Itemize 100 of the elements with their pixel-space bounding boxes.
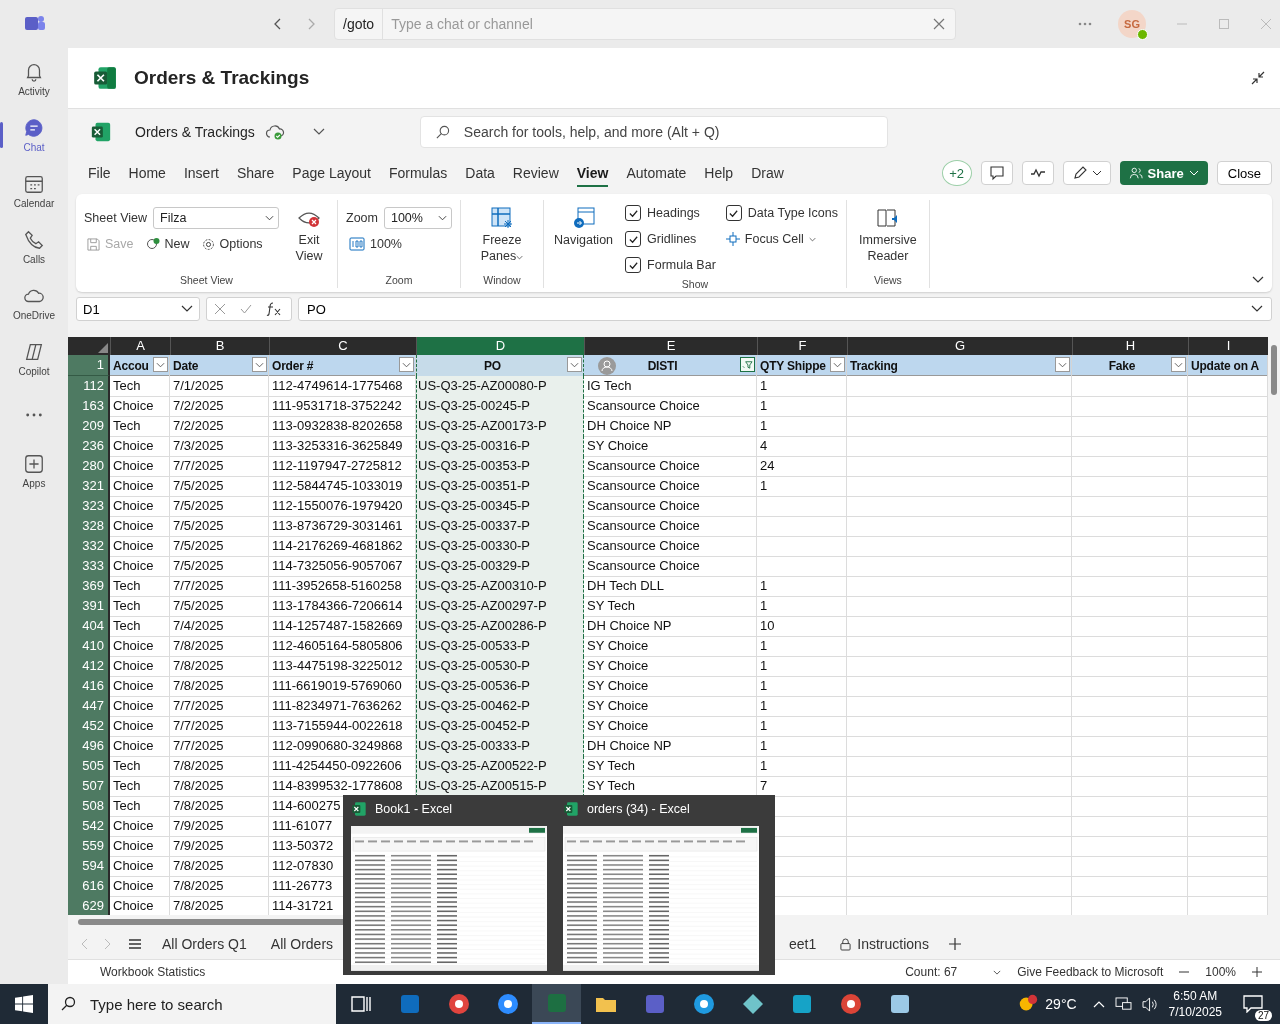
menu-tab[interactable]: Page Layout: [284, 159, 379, 187]
row-number[interactable]: 412: [68, 656, 110, 677]
chevron-up-icon[interactable]: [1092, 1000, 1105, 1008]
checkbox-option[interactable]: Gridlines: [625, 231, 716, 247]
filter-dropdown-button[interactable]: [830, 357, 845, 372]
more-icon[interactable]: [1078, 22, 1092, 26]
checkbox-option[interactable]: Data Type Icons: [725, 205, 838, 221]
filter-dropdown-button[interactable]: [1171, 357, 1186, 372]
edit-mode-button[interactable]: [1062, 161, 1111, 185]
search-field[interactable]: Search for tools, help, and more (Alt + Q): [461, 123, 887, 141]
row-number[interactable]: 508: [68, 796, 110, 817]
filter-dropdown-button[interactable]: [399, 357, 414, 372]
row-number[interactable]: 594: [68, 856, 110, 877]
menu-icon[interactable]: [128, 938, 142, 950]
row-number[interactable]: 332: [68, 536, 110, 557]
menu-tab[interactable]: Share: [228, 159, 283, 187]
row-number[interactable]: 616: [68, 876, 110, 897]
row-number[interactable]: 452: [68, 716, 110, 737]
check-icon[interactable]: [240, 303, 252, 315]
add-sheet-icon[interactable]: [948, 938, 961, 950]
menu-tab[interactable]: View: [568, 159, 617, 187]
speaker-icon[interactable]: [1141, 996, 1159, 1012]
rail-item[interactable]: Copilot: [0, 334, 68, 384]
temperature[interactable]: 29°C: [1045, 996, 1077, 1012]
clock[interactable]: 6:50 AM 7/10/2025: [1168, 988, 1222, 1020]
rail-item[interactable]: OneDrive: [0, 278, 68, 328]
menu-tab[interactable]: Automate: [618, 159, 695, 187]
sheet-tab[interactable]: All Orders Q1: [158, 932, 251, 956]
rail-item[interactable]: Activity: [0, 54, 68, 104]
chevron-down-icon[interactable]: [312, 128, 325, 136]
chevron-down-icon[interactable]: [1252, 276, 1264, 284]
collapse-icon[interactable]: [1250, 70, 1266, 86]
network-icon[interactable]: [1114, 996, 1132, 1012]
workbook-statistics-button[interactable]: Workbook Statistics: [100, 965, 206, 979]
filter-dropdown-button[interactable]: [1055, 357, 1070, 372]
row-number[interactable]: 629: [68, 896, 110, 915]
zoom-reset-button[interactable]: 100%: [346, 235, 405, 253]
row-number[interactable]: 391: [68, 596, 110, 617]
menu-tab[interactable]: Draw: [743, 159, 792, 187]
formula-field[interactable]: PO: [298, 297, 1272, 321]
search-field[interactable]: Type a chat or channel: [383, 15, 933, 33]
freeze-panes-button[interactable]: Freeze Panes: [468, 200, 535, 264]
row-number[interactable]: 1: [68, 355, 110, 376]
search-field[interactable]: Type here to search: [88, 994, 336, 1014]
menu-tab[interactable]: File: [80, 159, 119, 187]
close-button[interactable]: Close: [1216, 161, 1272, 185]
notifications-button[interactable]: 27: [1234, 987, 1272, 1021]
comment-button[interactable]: [980, 161, 1013, 185]
row-number[interactable]: 328: [68, 516, 110, 537]
select-all-icon[interactable]: [98, 343, 108, 353]
row-number[interactable]: 112: [68, 376, 110, 397]
menu-tab[interactable]: Review: [504, 159, 567, 187]
sheet-tab[interactable]: All Orders: [266, 932, 338, 956]
options-button[interactable]: Options: [198, 235, 266, 253]
rail-item[interactable]: Chat: [0, 110, 68, 160]
menu-tab[interactable]: Formulas: [380, 159, 456, 187]
rail-item[interactable]: Apps: [0, 446, 68, 496]
menu-tab[interactable]: Data: [457, 159, 503, 187]
row-number[interactable]: 323: [68, 496, 110, 517]
row-number[interactable]: 447: [68, 696, 110, 717]
feedback-link[interactable]: Give Feedback to Microsoft: [1017, 965, 1164, 979]
checkbox[interactable]: [625, 205, 642, 221]
sheet-tab[interactable]: Instructions: [836, 932, 933, 956]
filter-dropdown-button[interactable]: [252, 357, 267, 372]
menu-tab[interactable]: Help: [696, 159, 742, 187]
row-number[interactable]: 410: [68, 636, 110, 657]
filter-dropdown-button[interactable]: [567, 357, 582, 372]
new-view-button[interactable]: New: [142, 235, 193, 253]
column-header[interactable]: D: [416, 337, 584, 355]
sheet-view-dropdown[interactable]: Filza: [153, 207, 279, 229]
row-number[interactable]: 505: [68, 756, 110, 777]
activity-button[interactable]: [1021, 161, 1054, 185]
count-indicator[interactable]: Count: 67: [905, 965, 958, 979]
checkbox[interactable]: [625, 231, 642, 247]
row-number[interactable]: 542: [68, 816, 110, 837]
taskbar-search-bar[interactable]: Type here to search: [48, 984, 336, 1024]
share-button[interactable]: Share: [1119, 161, 1208, 185]
checkbox[interactable]: [725, 205, 742, 221]
rail-item[interactable]: Calls: [0, 222, 68, 272]
row-number[interactable]: 209: [68, 416, 110, 437]
zoom-in-icon[interactable]: [1252, 967, 1262, 977]
menu-tab[interactable]: Home: [120, 159, 174, 187]
rail-item[interactable]: Calendar: [0, 166, 68, 216]
checkbox-option[interactable]: Headings: [625, 205, 716, 221]
navigation-button[interactable]: Navigation: [551, 200, 616, 248]
row-number[interactable]: 163: [68, 396, 110, 417]
name-box[interactable]: D1: [76, 297, 200, 321]
immersive-reader-button[interactable]: Immersive Reader: [854, 200, 921, 264]
row-number[interactable]: 280: [68, 456, 110, 477]
filter-dropdown-button[interactable]: [153, 357, 168, 372]
focus-cell-button[interactable]: Focus Cell: [725, 230, 838, 248]
row-number[interactable]: 321: [68, 476, 110, 497]
row-number[interactable]: 404: [68, 616, 110, 637]
filter-active-button[interactable]: [740, 357, 755, 372]
row-number[interactable]: 559: [68, 836, 110, 857]
row-number[interactable]: 369: [68, 576, 110, 597]
row-number[interactable]: 416: [68, 676, 110, 697]
start-icon[interactable]: [15, 995, 33, 1013]
caret-icon[interactable]: [993, 969, 1002, 975]
menu-tab[interactable]: Insert: [175, 159, 227, 187]
